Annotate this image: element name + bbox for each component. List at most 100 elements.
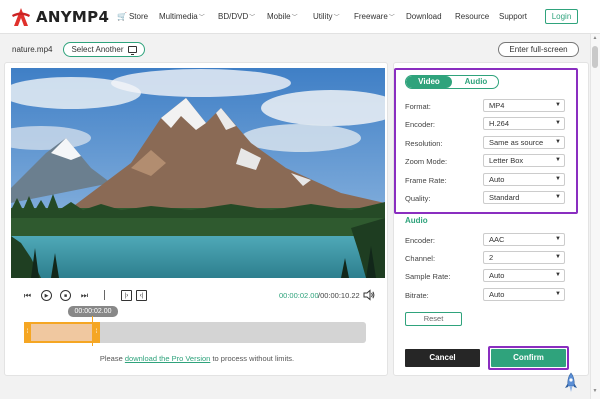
nav-item-resource[interactable]: Resource — [455, 12, 489, 21]
landscape-image — [11, 68, 385, 278]
anymp4-logo-icon — [12, 8, 30, 26]
nav-item-label: Store — [128, 12, 149, 21]
confirm-button[interactable]: Confirm — [491, 349, 566, 367]
audio-encoder-select[interactable]: AAC ▼ — [483, 233, 565, 246]
next-frame-icon[interactable]: ⏭ — [79, 290, 90, 301]
zoom-mode-value: Letter Box — [489, 156, 524, 165]
video-encoder-select[interactable]: H.264 ▼ — [483, 117, 565, 130]
pro-notice: Please download the Pro Version to proce… — [0, 354, 394, 363]
brand-logo[interactable]: ANYMP4 — [10, 6, 109, 28]
nav-item-multimedia[interactable]: Multimedia﹀ — [159, 12, 205, 21]
monitor-icon — [127, 46, 137, 55]
resolution-select[interactable]: Same as source ▼ — [483, 136, 565, 149]
dropdown-arrow-icon: ▼ — [555, 139, 561, 145]
page-scrollbar[interactable] — [590, 34, 600, 399]
scroll-up-icon[interactable]: ▲ — [591, 35, 599, 43]
sample-rate-label: Sample Rate: — [405, 272, 451, 281]
play-icon[interactable]: ▶ — [41, 290, 52, 301]
nav-item-label: Multimedia — [159, 12, 198, 21]
chevron-down-icon: ﹀ — [249, 15, 256, 21]
audio-section-heading: Audio — [405, 216, 428, 225]
volume-icon[interactable] — [363, 289, 375, 301]
file-name: nature.mp4 — [12, 45, 53, 54]
brand-name: ANYMP4 — [36, 8, 110, 26]
nav-item-label: Utility — [313, 12, 333, 21]
fullscreen-button[interactable]: Enter full-screen — [498, 42, 579, 57]
bitrate-value: Auto — [489, 290, 505, 299]
scroll-down-icon[interactable]: ▼ — [591, 388, 599, 396]
frame-rate-select[interactable]: Auto ▼ — [483, 173, 565, 186]
login-button[interactable]: Login — [545, 9, 578, 24]
reset-button[interactable]: Reset — [405, 312, 462, 326]
nav-item-label: Download — [406, 12, 442, 21]
frame-rate-value: Auto — [489, 175, 505, 184]
back-to-top-rocket-icon[interactable] — [564, 372, 578, 394]
nav-item-label: Mobile — [267, 12, 291, 21]
nav-item-store[interactable]: 🛒 Store — [117, 12, 148, 21]
channel-value: 2 — [489, 253, 494, 262]
download-pro-link[interactable]: download the Pro Version — [125, 354, 210, 363]
audio-encoder-value: AAC — [489, 235, 505, 244]
audio-encoder-label: Encoder: — [405, 236, 436, 245]
controls-divider — [104, 290, 105, 300]
format-value: MP4 — [489, 101, 505, 110]
sample-rate-select[interactable]: Auto ▼ — [483, 269, 565, 282]
video-preview[interactable] — [11, 68, 385, 278]
channel-select[interactable]: 2 ▼ — [483, 251, 565, 264]
quality-label: Quality: — [405, 194, 431, 203]
tab-audio[interactable]: Audio — [453, 76, 498, 88]
dropdown-arrow-icon: ▼ — [555, 236, 561, 242]
chevron-down-icon: ﹀ — [333, 15, 340, 21]
select-another-label: Select Another — [71, 45, 124, 54]
dropdown-arrow-icon: ▼ — [555, 194, 561, 200]
frame-rate-label: Frame Rate: — [405, 176, 447, 185]
quality-value: Standard — [489, 193, 520, 202]
trim-end-handle[interactable]: ⁞ — [93, 322, 100, 343]
zoom-mode-label: Zoom Mode: — [405, 157, 448, 166]
nav-item-mobile[interactable]: Mobile﹀ — [267, 12, 298, 21]
dropdown-arrow-icon: ▼ — [555, 254, 561, 260]
resolution-value: Same as source — [489, 138, 544, 147]
nav-item-label: Support — [499, 12, 528, 21]
chevron-down-icon: ﹀ — [388, 15, 395, 21]
nav-item-label: BD/DVD — [218, 12, 249, 21]
set-start-icon[interactable]: |› — [121, 290, 132, 301]
trim-selection[interactable] — [24, 322, 100, 343]
nav-item-utility[interactable]: Utility﹀ — [313, 12, 340, 21]
dropdown-arrow-icon: ▼ — [555, 176, 561, 182]
cancel-button[interactable]: Cancel — [405, 349, 480, 367]
nav-item-bd-dvd[interactable]: BD/DVD﹀ — [218, 12, 255, 21]
tab-video[interactable]: Video — [406, 76, 452, 88]
chevron-down-icon: ﹀ — [291, 15, 298, 21]
quality-select[interactable]: Standard ▼ — [483, 191, 565, 204]
notice-text-before: Please — [99, 354, 125, 363]
format-select[interactable]: MP4 ▼ — [483, 99, 565, 112]
prev-frame-icon[interactable]: ⏮ — [22, 290, 33, 301]
trim-start-handle[interactable]: ⁞ — [24, 322, 31, 343]
resolution-label: Resolution: — [405, 139, 443, 148]
bitrate-select[interactable]: Auto ▼ — [483, 288, 565, 301]
dropdown-arrow-icon: ▼ — [555, 157, 561, 163]
scroll-thumb[interactable] — [592, 46, 598, 68]
set-end-icon[interactable]: ‹| — [136, 290, 147, 301]
zoom-mode-select[interactable]: Letter Box ▼ — [483, 154, 565, 167]
encoder-label: Encoder: — [405, 120, 436, 129]
video-encoder-value: H.264 — [489, 119, 510, 128]
sample-rate-value: Auto — [489, 271, 505, 280]
format-label: Format: — [405, 102, 431, 111]
playhead[interactable] — [92, 316, 93, 346]
dropdown-arrow-icon: ▼ — [555, 120, 561, 126]
select-another-button[interactable]: Select Another — [63, 42, 145, 57]
nav-item-label: Freeware — [354, 12, 388, 21]
dropdown-arrow-icon: ▼ — [555, 291, 561, 297]
dropdown-arrow-icon: ▼ — [555, 272, 561, 278]
stop-icon[interactable]: ■ — [60, 290, 71, 301]
nav-item-support[interactable]: Support — [499, 12, 527, 21]
chevron-down-icon: ﹀ — [198, 15, 205, 21]
nav-item-download[interactable]: Download — [406, 12, 442, 21]
playhead-time-bubble: 00:00:02.00 — [68, 306, 118, 317]
nav-item-label: Resource — [455, 12, 490, 21]
cart-icon: 🛒 — [117, 12, 127, 21]
nav-item-freeware[interactable]: Freeware﹀ — [354, 12, 395, 21]
settings-tabs: Video Audio — [405, 75, 499, 89]
